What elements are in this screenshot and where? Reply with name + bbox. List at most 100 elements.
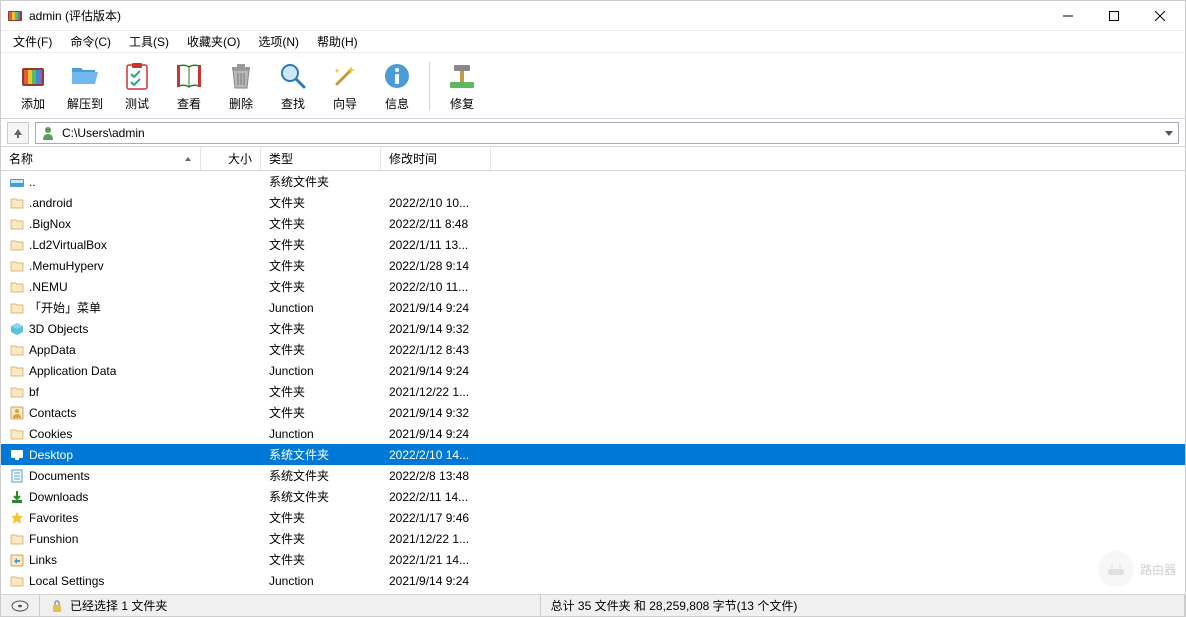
cell-name: .Ld2VirtualBox: [1, 237, 201, 253]
table-row[interactable]: Local SettingsJunction2021/9/14 9:24: [1, 570, 1185, 591]
path-input[interactable]: C:\Users\admin: [35, 122, 1179, 144]
menu-favorites[interactable]: 收藏夹(O): [179, 31, 248, 52]
cell-date: 2022/1/12 8:43: [381, 343, 491, 357]
file-icon: [9, 216, 25, 232]
search-icon: [277, 60, 309, 92]
cell-type: 文件夹: [261, 383, 381, 400]
user-icon: [40, 125, 56, 141]
cell-type: 文件夹: [261, 530, 381, 547]
table-row[interactable]: Contacts文件夹2021/9/14 9:32: [1, 402, 1185, 423]
window-title: admin (评估版本): [29, 7, 1045, 24]
cell-type: 文件夹: [261, 404, 381, 421]
status-selection: 已经选择 1 文件夹: [40, 595, 541, 616]
table-row[interactable]: CookiesJunction2021/9/14 9:24: [1, 423, 1185, 444]
cell-date: 2022/2/11 14...: [381, 490, 491, 504]
cell-type: 系统文件夹: [261, 446, 381, 463]
dropdown-icon[interactable]: [1164, 128, 1174, 138]
cell-name: Favorites: [1, 510, 201, 526]
info-button[interactable]: 信息: [371, 56, 423, 116]
menu-file[interactable]: 文件(F): [5, 31, 60, 52]
cell-type: 系统文件夹: [261, 173, 381, 190]
table-row[interactable]: .NEMU文件夹2022/2/10 11...: [1, 276, 1185, 297]
cell-name: 「开始」菜单: [1, 299, 201, 316]
cell-date: 2021/9/14 9:24: [381, 301, 491, 315]
addressbar: C:\Users\admin: [1, 119, 1185, 147]
table-row[interactable]: 3D Objects文件夹2021/9/14 9:32: [1, 318, 1185, 339]
cell-type: Junction: [261, 301, 381, 315]
table-row[interactable]: .Ld2VirtualBox文件夹2022/1/11 13...: [1, 234, 1185, 255]
maximize-button[interactable]: [1091, 1, 1137, 31]
col-size[interactable]: 大小: [201, 147, 261, 170]
minimize-button[interactable]: [1045, 1, 1091, 31]
file-list[interactable]: ..系统文件夹.android文件夹2022/2/10 10....BigNox…: [1, 171, 1185, 594]
file-icon: [9, 426, 25, 442]
extract-button[interactable]: 解压到: [59, 56, 111, 116]
cell-type: 文件夹: [261, 509, 381, 526]
file-icon: [9, 573, 25, 589]
table-row[interactable]: Favorites文件夹2022/1/17 9:46: [1, 507, 1185, 528]
file-icon: [9, 174, 25, 190]
menu-help[interactable]: 帮助(H): [309, 31, 366, 52]
cell-type: Junction: [261, 364, 381, 378]
cell-date: 2021/12/22 1...: [381, 385, 491, 399]
table-row[interactable]: Application DataJunction2021/9/14 9:24: [1, 360, 1185, 381]
table-row[interactable]: Links文件夹2022/1/21 14...: [1, 549, 1185, 570]
titlebar: admin (评估版本): [1, 1, 1185, 31]
toolbar: 添加 解压到 测试 查看 删除 查找 向导 信息 修复: [1, 53, 1185, 119]
table-row[interactable]: Documents系统文件夹2022/2/8 13:48: [1, 465, 1185, 486]
cell-name: Links: [1, 552, 201, 568]
cell-name: Contacts: [1, 405, 201, 421]
file-icon: [9, 321, 25, 337]
lock-icon: [50, 599, 64, 613]
table-row[interactable]: ..系统文件夹: [1, 171, 1185, 192]
cell-type: Junction: [261, 427, 381, 441]
test-button[interactable]: 测试: [111, 56, 163, 116]
cell-name: Funshion: [1, 531, 201, 547]
table-row[interactable]: .BigNox文件夹2022/2/11 8:48: [1, 213, 1185, 234]
file-icon: [9, 384, 25, 400]
col-type[interactable]: 类型: [261, 147, 381, 170]
trash-icon: [225, 60, 257, 92]
cell-name: Application Data: [1, 363, 201, 379]
table-row[interactable]: bf 文件夹2021/12/22 1...: [1, 381, 1185, 402]
cell-name: bf: [1, 384, 201, 400]
up-button[interactable]: [7, 122, 29, 144]
repair-button[interactable]: 修复: [436, 56, 488, 116]
table-row[interactable]: .MemuHyperv文件夹2022/1/28 9:14: [1, 255, 1185, 276]
col-name[interactable]: 名称: [1, 147, 201, 170]
cell-name: .BigNox: [1, 216, 201, 232]
table-row[interactable]: Funshion文件夹2021/12/22 1...: [1, 528, 1185, 549]
wizard-button[interactable]: 向导: [319, 56, 371, 116]
table-row[interactable]: AppData文件夹2022/1/12 8:43: [1, 339, 1185, 360]
menu-command[interactable]: 命令(C): [62, 31, 119, 52]
book-icon: [173, 60, 205, 92]
folder-open-icon: [69, 60, 101, 92]
table-row[interactable]: Downloads系统文件夹2022/2/11 14...: [1, 486, 1185, 507]
cell-type: 系统文件夹: [261, 488, 381, 505]
file-icon: [9, 489, 25, 505]
table-row[interactable]: 「开始」菜单 Junction2021/9/14 9:24: [1, 297, 1185, 318]
cell-date: 2021/9/14 9:24: [381, 574, 491, 588]
cell-name: Local Settings: [1, 573, 201, 589]
view-button[interactable]: 查看: [163, 56, 215, 116]
cell-date: 2022/1/21 14...: [381, 553, 491, 567]
delete-button[interactable]: 删除: [215, 56, 267, 116]
cell-type: 文件夹: [261, 341, 381, 358]
hammer-icon: [446, 60, 478, 92]
cell-name: .android: [1, 195, 201, 211]
column-headers: 名称 大小 类型 修改时间: [1, 147, 1185, 171]
menu-options[interactable]: 选项(N): [250, 31, 307, 52]
close-button[interactable]: [1137, 1, 1183, 31]
table-row[interactable]: Desktop系统文件夹2022/2/10 14...: [1, 444, 1185, 465]
col-date[interactable]: 修改时间: [381, 147, 491, 170]
path-text: C:\Users\admin: [62, 126, 145, 140]
app-icon: [7, 8, 23, 24]
cell-name: 3D Objects: [1, 321, 201, 337]
menu-tools[interactable]: 工具(S): [121, 31, 177, 52]
cell-name: Desktop: [1, 447, 201, 463]
find-button[interactable]: 查找: [267, 56, 319, 116]
table-row[interactable]: .android文件夹2022/2/10 10...: [1, 192, 1185, 213]
cell-type: 文件夹: [261, 257, 381, 274]
checklist-icon: [121, 60, 153, 92]
add-button[interactable]: 添加: [7, 56, 59, 116]
